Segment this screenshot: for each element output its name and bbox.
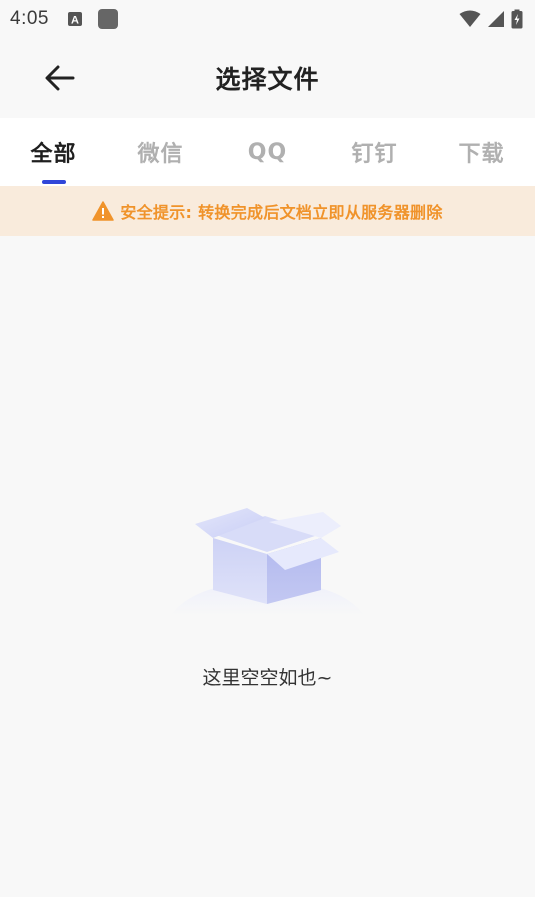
tab-label: 钉钉 (351, 142, 398, 167)
status-time: 4:05 (10, 8, 49, 29)
battery-charging-icon (511, 9, 523, 29)
arrow-left-icon (45, 65, 75, 91)
warning-icon (92, 201, 115, 221)
wifi-icon (459, 10, 481, 27)
tab-all[interactable]: 全部 (0, 118, 107, 186)
empty-box-icon (170, 508, 365, 616)
svg-text:A: A (71, 15, 79, 27)
page-title: 选择文件 (215, 65, 320, 94)
tab-qq[interactable]: QQ (214, 118, 321, 186)
tab-label: 下载 (458, 142, 505, 167)
status-bar: 4:05 A (0, 0, 535, 38)
tab-wechat[interactable]: 微信 (107, 118, 214, 186)
file-list: 这里空空如也~ (0, 236, 535, 897)
empty-state-text: 这里空空如也~ (202, 667, 333, 689)
tab-label: 全部 (30, 142, 77, 167)
notice-text: 安全提示: 转换完成后文档立即从服务器删除 (120, 203, 443, 222)
security-notice: 安全提示: 转换完成后文档立即从服务器删除 (0, 186, 535, 236)
status-notification-icons: A (67, 8, 119, 30)
status-system-icons (459, 9, 523, 29)
header: 选择文件 (0, 38, 535, 118)
tab-active-indicator (41, 180, 66, 184)
tab-downloads[interactable]: 下载 (428, 118, 535, 186)
tab-label: QQ (247, 139, 288, 165)
notification-a-icon: A (67, 12, 82, 27)
notification-square-icon (97, 9, 118, 29)
cell-signal-icon (488, 11, 504, 27)
tab-dingtalk[interactable]: 钉钉 (321, 118, 428, 186)
back-button[interactable] (40, 58, 80, 98)
tab-label: 微信 (137, 142, 184, 167)
source-tabs: 全部 微信 QQ 钉钉 下载 (0, 118, 535, 186)
